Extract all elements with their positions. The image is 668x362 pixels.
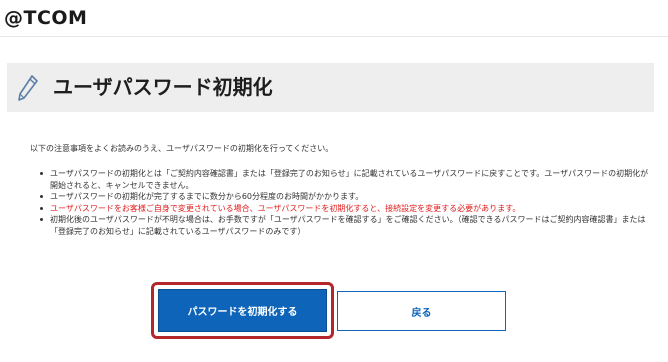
notes-list: ユーザパスワードの初期化とは「ご契約内容確認書」または「登録完了のお知らせ」に記…	[30, 168, 650, 237]
page-title: ユーザパスワード初期化	[53, 75, 273, 99]
note-item: ユーザパスワードの初期化とは「ご契約内容確認書」または「登録完了のお知らせ」に記…	[40, 168, 650, 191]
intro-text: 以下の注意事項をよくお読みのうえ、ユーザパスワードの初期化を行ってください。	[30, 144, 334, 153]
site-header: @TCOM	[0, 0, 668, 37]
page-title-bar: ユーザパスワード初期化	[7, 63, 654, 112]
pencil-icon	[18, 75, 38, 101]
back-button[interactable]: 戻る	[337, 291, 506, 331]
note-item-warning: ユーザパスワードをお客様ご自身で変更されている場合、ユーザパスワードを初期化する…	[40, 203, 650, 215]
reset-password-button[interactable]: パスワードを初期化する	[158, 289, 327, 332]
tcom-logo[interactable]: @TCOM	[4, 6, 87, 30]
note-item: ユーザパスワードの初期化が完了するまでに数分から60分程度のお時間がかかります。	[40, 191, 650, 203]
note-item: 初期化後のユーザパスワードが不明な場合は、お手数ですが「ユーザパスワードを確認す…	[40, 214, 650, 237]
